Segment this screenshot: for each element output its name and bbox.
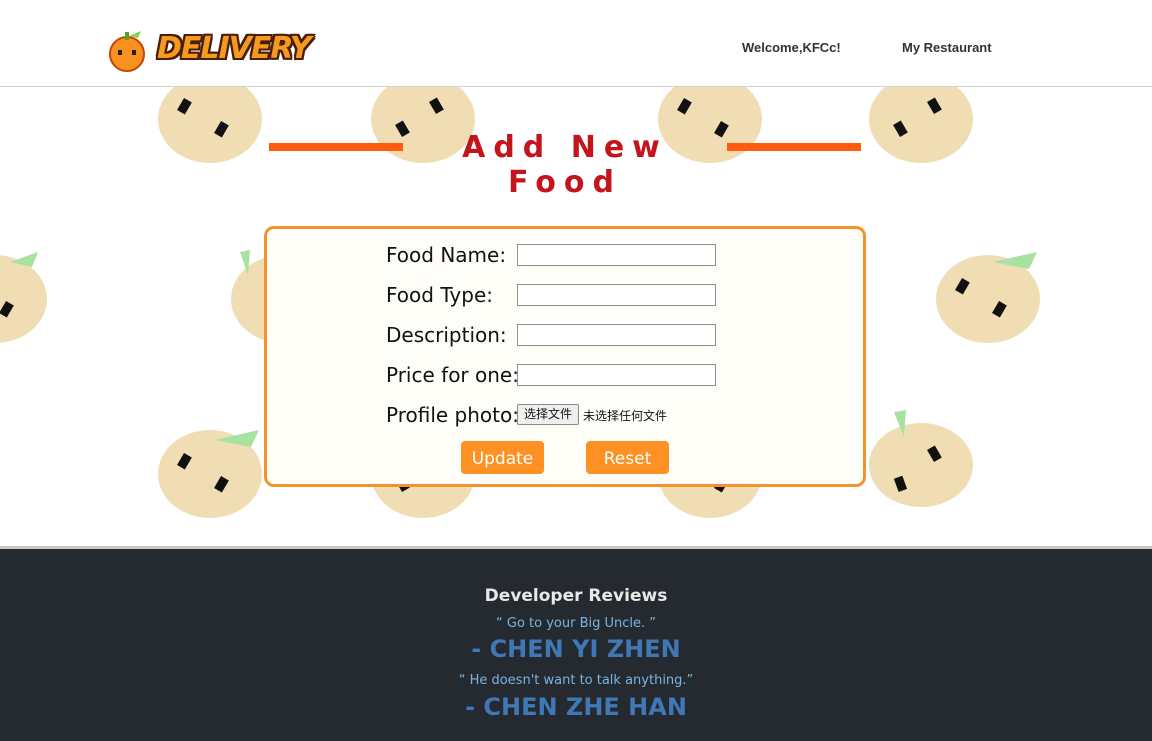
title-decoration-line-right [727, 143, 861, 151]
mascot-background-icon [869, 87, 973, 163]
description-input[interactable] [517, 324, 716, 346]
price-label: Price for one: [386, 363, 519, 387]
orange-mascot-icon [109, 31, 145, 72]
mascot-background-icon [158, 430, 262, 518]
top-navbar: DELIVERY Welcome,KFCc! My Restaurant [0, 0, 1152, 87]
choose-file-button[interactable]: 选择文件 [517, 404, 579, 425]
footer: Developer Reviews “ Go to your Big Uncle… [0, 546, 1152, 741]
welcome-text: Welcome,KFCc! [742, 40, 841, 55]
review-quote: “ He doesn't want to talk anything.” [458, 673, 694, 688]
page-title: Add New Food [462, 130, 668, 200]
food-name-input[interactable] [517, 244, 716, 266]
logo[interactable]: DELIVERY [107, 28, 322, 72]
reset-button[interactable]: Reset [586, 441, 669, 474]
mascot-background-icon [869, 410, 973, 507]
review-quote: “ Go to your Big Uncle. ” [496, 616, 656, 631]
review-author: - CHEN ZHE HAN [465, 693, 687, 721]
file-status-text: 未选择任何文件 [583, 409, 668, 423]
logo-wordmark: DELIVERY [157, 31, 311, 66]
mascot-background-icon [0, 252, 47, 343]
food-type-input[interactable] [517, 284, 716, 306]
review-author: - CHEN YI ZHEN [471, 635, 681, 663]
nav-link-my-restaurant[interactable]: My Restaurant [902, 40, 992, 55]
title-decoration-line-left [269, 143, 403, 151]
food-name-label: Food Name: [386, 243, 507, 267]
food-type-label: Food Type: [386, 283, 493, 307]
footer-title: Developer Reviews [484, 586, 668, 606]
description-label: Description: [386, 323, 507, 347]
update-button[interactable]: Update [461, 441, 544, 474]
profile-photo-label: Profile photo: [386, 403, 519, 427]
mascot-background-icon [158, 87, 262, 163]
mascot-background-icon [936, 252, 1040, 343]
price-input[interactable] [517, 364, 716, 386]
